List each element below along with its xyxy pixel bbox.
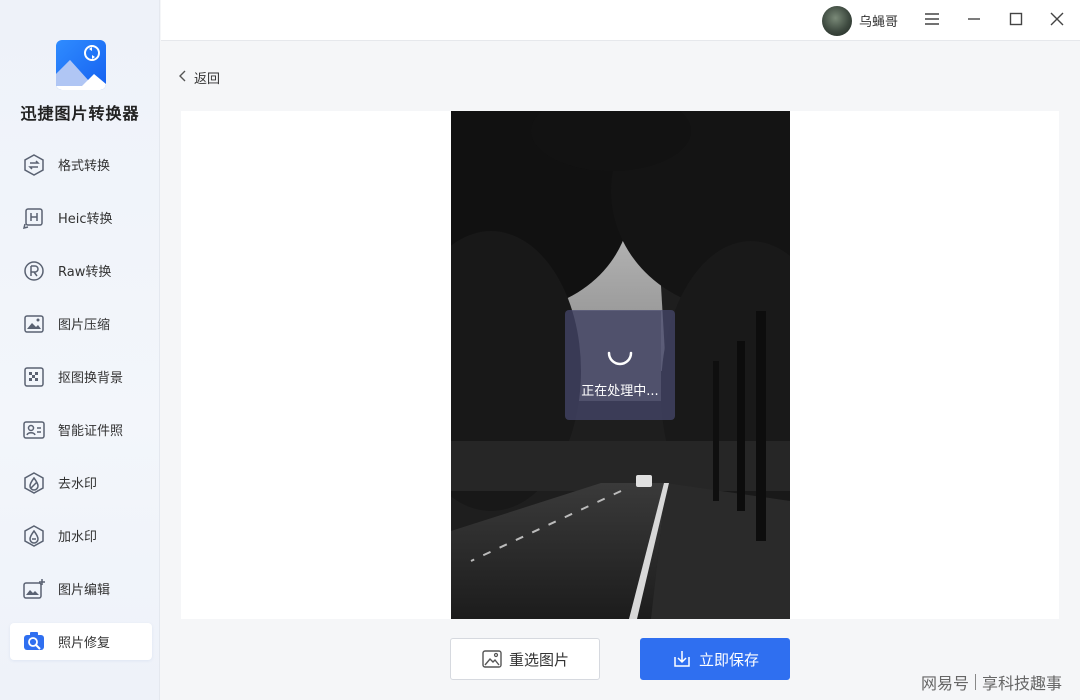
sidebar-item-label: Heic转换 bbox=[58, 212, 113, 227]
cutout-background-icon bbox=[21, 364, 47, 390]
avatar[interactable] bbox=[822, 6, 852, 36]
sidebar-item-raw[interactable]: Raw转换 bbox=[10, 252, 152, 289]
sidebar-item-label: 格式转换 bbox=[58, 159, 111, 174]
sidebar-item-label: 抠图换背景 bbox=[58, 371, 124, 386]
sidebar-item-label: 去水印 bbox=[58, 477, 98, 492]
format-convert-icon bbox=[21, 152, 47, 178]
app-logo bbox=[56, 40, 106, 90]
sidebar-nav: 格式转换 Heic转换 Raw转换 图片压缩 抠图换背景 智能证件照 去水印 加… bbox=[10, 146, 152, 676]
remove-watermark-icon bbox=[21, 470, 47, 496]
sidebar-item-label: Raw转换 bbox=[58, 265, 112, 280]
maximize-button[interactable] bbox=[1004, 8, 1028, 32]
image-icon bbox=[481, 648, 503, 670]
minimize-icon bbox=[967, 11, 981, 30]
watermark-divider bbox=[974, 674, 976, 690]
close-button[interactable] bbox=[1045, 8, 1069, 32]
sidebar-item-label: 加水印 bbox=[58, 530, 98, 545]
add-watermark-icon bbox=[21, 523, 47, 549]
hamburger-icon bbox=[924, 11, 940, 30]
sidebar-item-label: 照片修复 bbox=[58, 636, 111, 651]
processing-overlay: 正在处理中... bbox=[565, 310, 675, 420]
close-icon bbox=[1050, 11, 1064, 30]
sidebar-item-image-compress[interactable]: 图片压缩 bbox=[10, 305, 152, 342]
image-edit-icon bbox=[21, 576, 47, 602]
loading-spinner-icon bbox=[603, 336, 637, 370]
title-bar: 乌蝇哥 bbox=[161, 0, 1080, 41]
sidebar-item-label: 图片压缩 bbox=[58, 318, 111, 333]
minimize-button[interactable] bbox=[962, 8, 986, 32]
download-icon bbox=[671, 648, 693, 670]
photo-repair-icon bbox=[21, 629, 47, 655]
sidebar-item-id-photo[interactable]: 智能证件照 bbox=[10, 411, 152, 448]
sidebar-item-heic[interactable]: Heic转换 bbox=[10, 199, 152, 236]
app-name: 迅捷图片转换器 bbox=[20, 104, 140, 123]
sidebar-item-format-convert[interactable]: 格式转换 bbox=[10, 146, 152, 183]
sidebar-item-add-watermark[interactable]: 加水印 bbox=[10, 517, 152, 554]
username[interactable]: 乌蝇哥 bbox=[859, 11, 898, 30]
sidebar-item-remove-watermark[interactable]: 去水印 bbox=[10, 464, 152, 501]
sidebar-item-label: 智能证件照 bbox=[58, 424, 124, 439]
sidebar-item-cutout-background[interactable]: 抠图换背景 bbox=[10, 358, 152, 395]
raw-icon bbox=[21, 258, 47, 284]
back-button[interactable]: 返回 bbox=[178, 66, 220, 88]
processing-label: 正在处理中... bbox=[581, 384, 659, 399]
back-label: 返回 bbox=[194, 71, 221, 87]
save-now-button[interactable]: 立即保存 bbox=[640, 638, 790, 680]
watermark-right: 享科技趣事 bbox=[981, 674, 1062, 693]
sidebar-item-label: 图片编辑 bbox=[58, 583, 111, 598]
watermark-left: 网易号 bbox=[920, 674, 969, 693]
menu-button[interactable] bbox=[920, 8, 944, 32]
heic-icon bbox=[21, 205, 47, 231]
sidebar-item-photo-repair[interactable]: 照片修复 bbox=[10, 623, 152, 660]
reselect-image-button[interactable]: 重选图片 bbox=[450, 638, 600, 680]
image-compress-icon bbox=[21, 311, 47, 337]
maximize-icon bbox=[1009, 11, 1023, 30]
source-watermark: 网易号 享科技趣事 bbox=[921, 670, 1062, 694]
id-photo-icon bbox=[21, 417, 47, 443]
reselect-image-label: 重选图片 bbox=[508, 650, 569, 669]
save-now-label: 立即保存 bbox=[698, 650, 759, 669]
chevron-left-icon bbox=[178, 68, 188, 87]
sidebar: 迅捷图片转换器 格式转换 Heic转换 Raw转换 图片压缩 抠图换背景 智能证… bbox=[0, 0, 160, 700]
sidebar-item-image-edit[interactable]: 图片编辑 bbox=[10, 570, 152, 607]
